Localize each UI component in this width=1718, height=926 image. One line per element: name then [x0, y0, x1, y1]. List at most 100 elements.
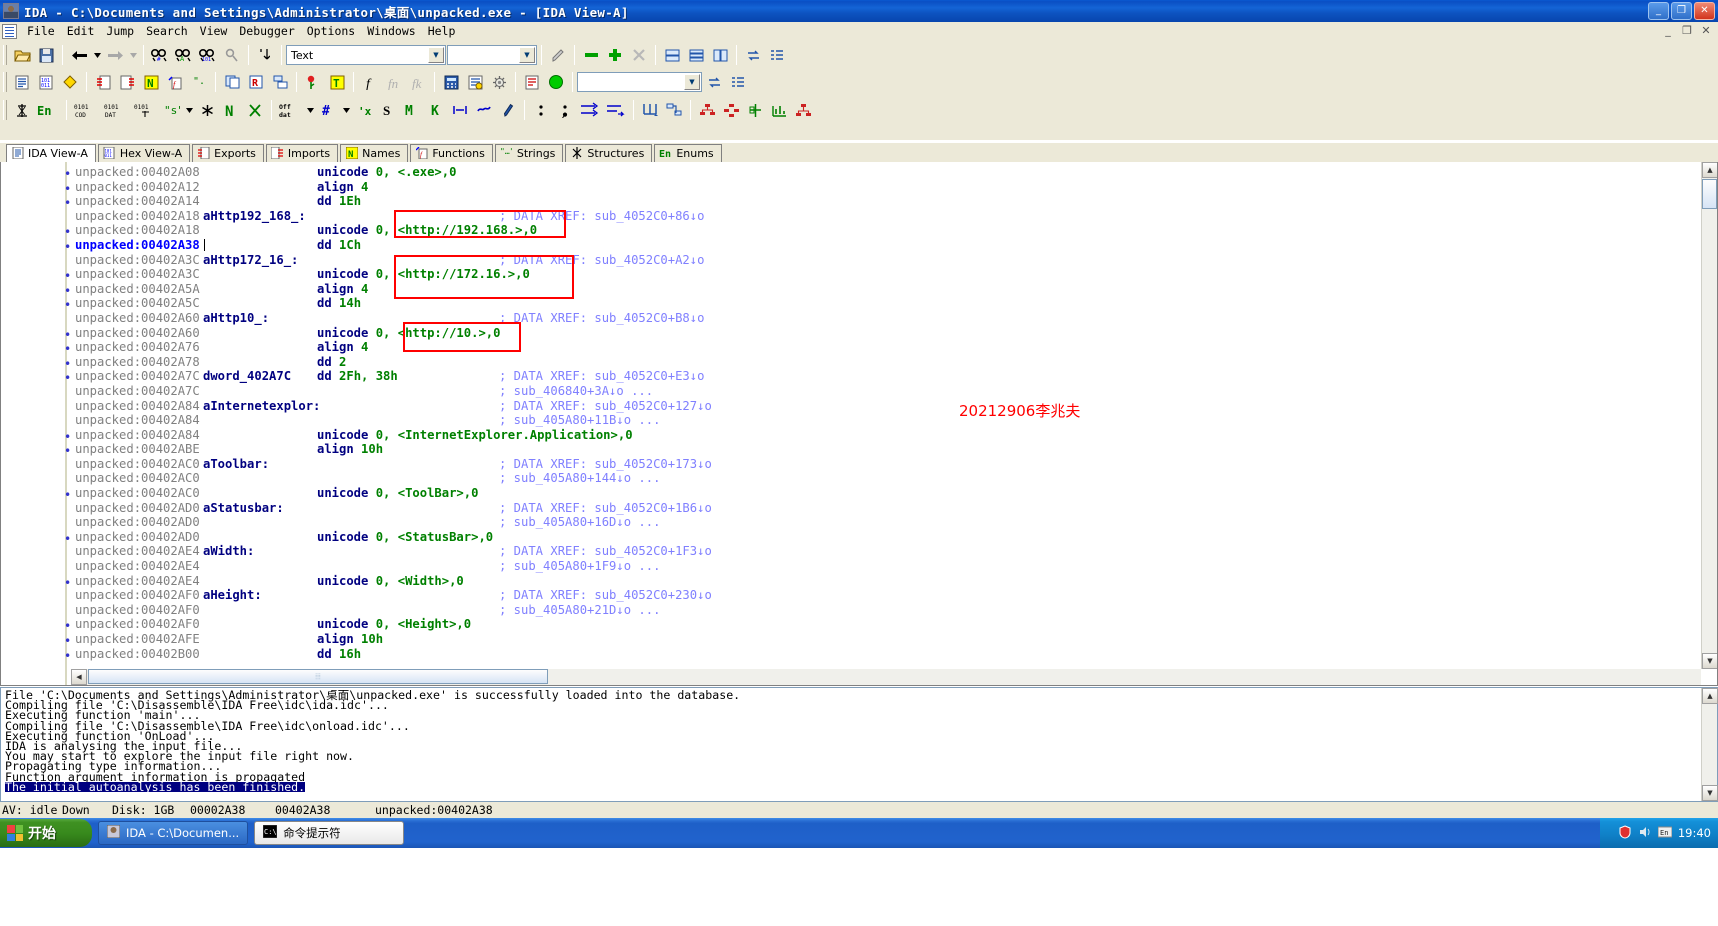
graph-overview-icon[interactable] [768, 99, 790, 121]
disassembly-vertical-scrollbar[interactable]: ▲ ▼ [1701, 162, 1717, 669]
line-xref-comment[interactable]: ; sub_405A80+11B↓o ... [499, 413, 660, 428]
calculator-icon[interactable] [440, 71, 462, 93]
encoding-icon[interactable]: En [35, 99, 61, 121]
script-file-icon[interactable] [521, 71, 543, 93]
disassembly-line[interactable]: • unpacked:00402A14 dd 1Eh [1, 194, 1701, 210]
disassembly-line[interactable]: unpacked:00402AF0 ; sub_405A80+21D↓o ... [1, 603, 1701, 618]
stack-var-icon[interactable]: K [425, 99, 447, 121]
start-button[interactable]: 开始 [0, 819, 92, 847]
menu-item-edit[interactable]: Edit [61, 23, 101, 39]
menu-item-windows[interactable]: Windows [361, 23, 421, 39]
menu-item-debugger[interactable]: Debugger [233, 23, 300, 39]
open-file-icon[interactable] [11, 44, 33, 66]
tab-imports[interactable]: Imports [265, 144, 339, 162]
line-label[interactable]: aHttp192_168_: [203, 209, 306, 224]
disassembly-line[interactable]: unpacked:00402A60 aHttp10_: ; DATA XREF: s… [1, 311, 1701, 326]
disassembly-line[interactable]: unpacked:00402AC0 ; sub_405A80+144↓o ... [1, 471, 1701, 486]
menu-item-options[interactable]: Options [301, 23, 361, 39]
line-label[interactable]: aHttp10_: [203, 311, 269, 326]
disassembly-line[interactable]: unpacked:00402AE4 aWidth: ; DATA XREF: sub… [1, 544, 1701, 559]
cross-references-icon[interactable] [578, 99, 602, 121]
disassembly-line[interactable]: • unpacked:00402AF0 unicode 0, <Height>,0 [1, 617, 1701, 633]
copy-segment-icon[interactable] [221, 71, 243, 93]
make-string-icon[interactable]: "s" [162, 99, 182, 121]
imports-icon[interactable] [116, 71, 138, 93]
disassembly-line[interactable]: unpacked:00402AE4 ; sub_405A80+1F9↓o ... [1, 559, 1701, 574]
menu-item-jump[interactable]: Jump [100, 23, 140, 39]
back-dropdown-icon[interactable] [92, 44, 102, 66]
exports-icon[interactable] [92, 71, 114, 93]
delete-name-icon[interactable] [244, 99, 266, 121]
taskbar-item-cmd[interactable]: C:\ 命令提示符 [254, 821, 405, 845]
line-xref-comment[interactable]: ; DATA XREF: sub_4052C0+B8↓o [499, 311, 704, 326]
search-again-icon[interactable] [221, 44, 243, 66]
search-text-icon[interactable]: A [173, 44, 195, 66]
line-label[interactable]: aToolbar: [203, 457, 269, 472]
disassembly-line[interactable]: • unpacked:00402A76 align 4 [1, 340, 1701, 356]
names-icon[interactable]: N [140, 71, 162, 93]
minimize-button[interactable]: _ [1648, 2, 1669, 20]
edit-comment-icon[interactable] [497, 99, 519, 121]
manual-operand-icon[interactable]: M [401, 99, 423, 121]
strings-icon[interactable]: "..." [188, 71, 210, 93]
tab-hex-view-a[interactable]: 101 011 Hex View-A [97, 144, 191, 162]
disassembly-line[interactable]: • unpacked:00402A38 dd 1Ch [1, 238, 1701, 254]
line-xref-comment[interactable]: ; sub_405A80+16D↓o ... [499, 515, 660, 530]
output-scroll-up-button[interactable]: ▲ [1702, 688, 1718, 704]
disassembly-horizontal-scrollbar[interactable]: ◀ ⦙⦙⦙ [71, 669, 1701, 685]
struct-offset-icon[interactable]: S [377, 99, 399, 121]
disassembly-line[interactable]: • unpacked:00402A60 unicode 0, <http://10.… [1, 326, 1701, 342]
menu-item-file[interactable]: File [21, 23, 61, 39]
line-xref-comment[interactable]: ; sub_405A80+144↓o ... [499, 471, 660, 486]
horizontal-scroll-thumb[interactable]: ⦙⦙⦙ [88, 669, 548, 684]
rename-icon[interactable]: N [220, 99, 242, 121]
line-label[interactable]: aHttp172_16_: [203, 253, 298, 268]
disassembly-line[interactable]: • unpacked:00402AE4 unicode 0, <Width>,0 [1, 574, 1701, 590]
mdi-minimize-button[interactable]: _ [1660, 24, 1676, 37]
tab-ida-view-a[interactable]: IDA View-A [6, 144, 96, 162]
function-sub-icon[interactable]: fn [383, 71, 405, 93]
line-xref-comment[interactable]: ; DATA XREF: sub_4052C0+230↓o [499, 588, 712, 603]
tab-functions[interactable]: f Functions [410, 144, 493, 162]
search-term-combo[interactable]: ▼ [447, 45, 537, 65]
disassembly-line[interactable]: • unpacked:00402A84 unicode 0, <InternetEx… [1, 428, 1701, 444]
flow-chart-icon[interactable] [639, 99, 661, 121]
function-chunk-icon[interactable]: fk [407, 71, 429, 93]
taskbar-item-ida[interactable]: IDA - C:\Documen... [98, 821, 249, 845]
back-arrow-icon[interactable] [68, 44, 90, 66]
structures-view-icon[interactable] [59, 71, 81, 93]
line-xref-comment[interactable]: ; DATA XREF: sub_4052C0+1F3↓o [499, 544, 712, 559]
make-array-icon[interactable] [196, 99, 218, 121]
repeatable-comment-icon[interactable] [530, 99, 552, 121]
disassembly-line[interactable]: • unpacked:00402A78 dd 2 [1, 355, 1701, 371]
output-scroll-down-button[interactable]: ▼ [1702, 785, 1718, 801]
run-script-icon[interactable] [545, 71, 567, 93]
toolbar-grip[interactable] [3, 45, 7, 65]
type-library-icon[interactable]: T [326, 71, 348, 93]
output-window[interactable]: File 'C:\Documents and Settings\Administ… [0, 687, 1718, 802]
settings-gear-icon[interactable] [488, 71, 510, 93]
chevron-down-icon[interactable]: ▼ [684, 74, 700, 90]
jump-to-icon[interactable] [703, 71, 725, 93]
line-label[interactable]: dword_402A7C [203, 369, 291, 384]
function-italic-icon[interactable]: f [359, 71, 381, 93]
line-xref-comment[interactable]: ; sub_405A80+21D↓o ... [499, 603, 660, 618]
disassembly-line[interactable]: unpacked:00402AF0 aHeight: ; DATA XREF: su… [1, 588, 1701, 603]
hex-number-icon[interactable]: # [317, 99, 339, 121]
rename-segment-icon[interactable]: R [245, 71, 267, 93]
disassembly-line[interactable]: unpacked:00402A84 ; sub_405A80+11B↓o ... [1, 413, 1701, 428]
xor-operand-icon[interactable]: 'x' [353, 99, 375, 121]
line-xref-comment[interactable]: ; DATA XREF: sub_4052C0+E3↓o [499, 369, 704, 384]
string-dropdown-icon[interactable] [184, 99, 194, 121]
signature-icon[interactable] [302, 71, 324, 93]
line-label[interactable]: aInternetexplor: [203, 399, 320, 414]
disassembly-line[interactable]: • unpacked:00402A7C dword_402A7C dd 2Fh, 38… [1, 369, 1701, 385]
offset-dropdown-icon[interactable] [305, 99, 315, 121]
undefine-data-icon[interactable]: 0101 [132, 99, 160, 121]
disassembly-line[interactable]: • unpacked:00402A12 align 4 [1, 180, 1701, 196]
scroll-left-button[interactable]: ◀ [71, 669, 87, 685]
disassembly-line[interactable]: unpacked:00402AD0 ; sub_405A80+16D↓o ... [1, 515, 1701, 530]
disassembly-line[interactable]: unpacked:00402A3C aHttp172_16_: ; DATA XRE… [1, 253, 1701, 268]
tray-volume-icon[interactable] [1638, 825, 1652, 842]
disassembly-code[interactable]: • unpacked:00402A08 unicode 0, <.exe>,0 • un… [1, 162, 1701, 669]
